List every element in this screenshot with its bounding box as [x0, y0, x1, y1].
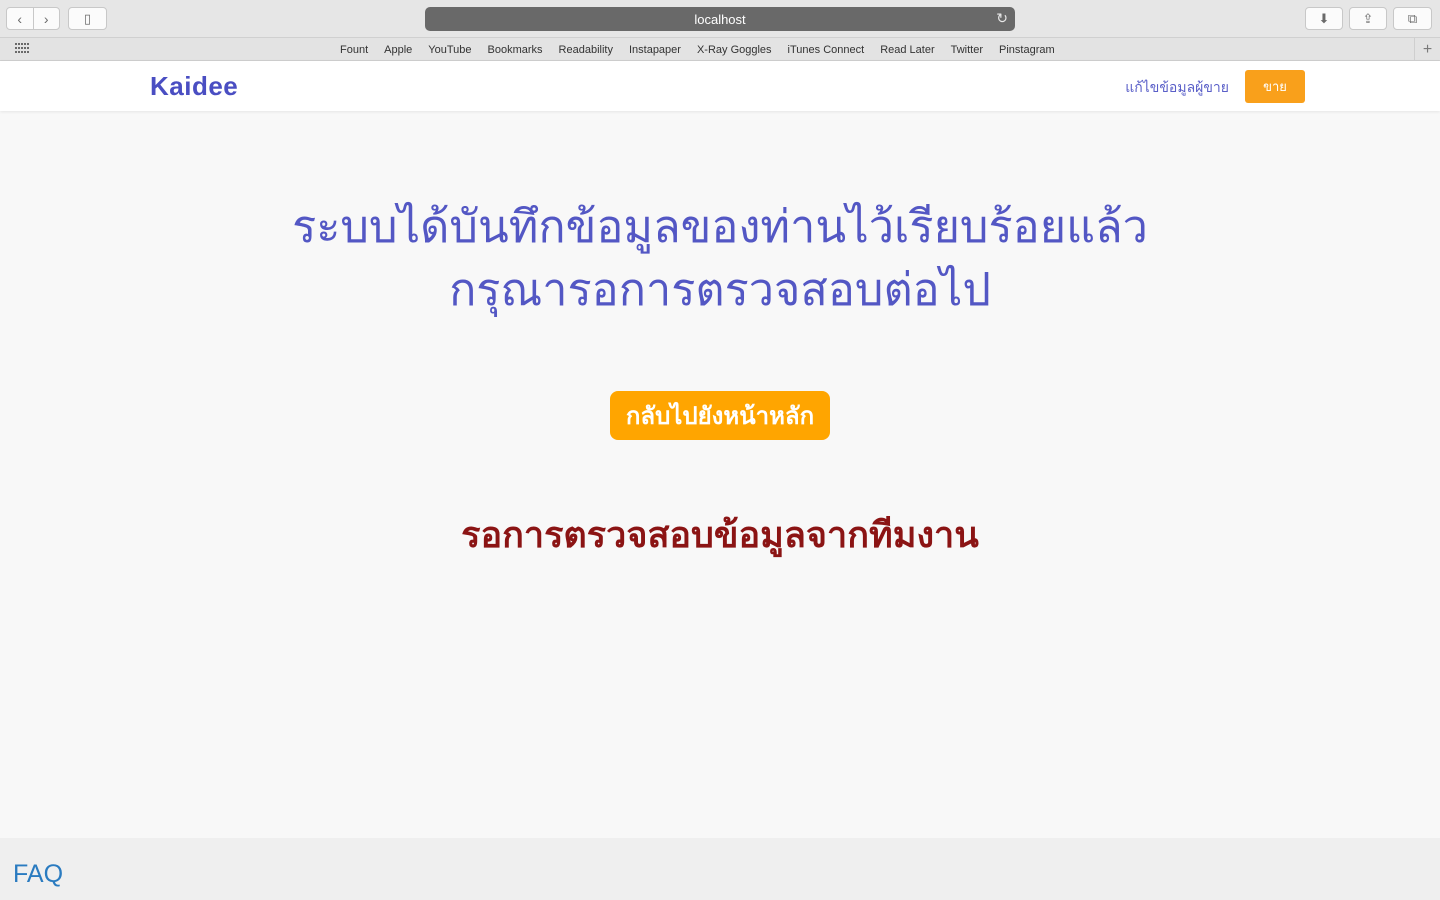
bookmark-youtube[interactable]: YouTube: [428, 44, 471, 56]
bookmark-readability[interactable]: Readability: [559, 44, 613, 56]
bookmark-itunes-connect[interactable]: iTunes Connect: [788, 44, 865, 56]
nav-buttons: ‹ ›: [6, 7, 60, 30]
apps-grid-icon[interactable]: [15, 43, 31, 55]
edit-seller-info-link[interactable]: แก้ไขข้อมูลผู้ขาย: [1125, 77, 1229, 99]
bookmark-xray-goggles[interactable]: X-Ray Goggles: [697, 44, 772, 56]
address-bar[interactable]: localhost ↻: [425, 7, 1015, 31]
main-content: ระบบได้บันทึกข้อมูลของท่านไว้เรียบร้อยแล…: [0, 111, 1440, 838]
review-status-text: รอการตรวจสอบข้อมูลจากทีมงาน: [461, 515, 979, 556]
headline-line-2: กรุณารอการตรวจสอบต่อไป: [449, 263, 991, 316]
back-button[interactable]: ‹: [7, 8, 33, 29]
bookmark-bookmarks[interactable]: Bookmarks: [488, 44, 543, 56]
tabs-overview-button[interactable]: ⧉: [1393, 7, 1432, 30]
browser-toolbar: ‹ › ▯ localhost ↻ ⬇ ⇪ ⧉: [0, 0, 1440, 38]
kaidee-logo[interactable]: Kaidee: [150, 71, 238, 102]
sidebar-toggle-button[interactable]: ▯: [68, 7, 107, 30]
plus-icon: +: [1422, 40, 1433, 58]
headline-line-1: ระบบได้บันทึกข้อมูลของท่านไว้เรียบร้อยแล…: [292, 200, 1148, 253]
tabs-icon: ⧉: [1407, 10, 1418, 26]
faq-link[interactable]: FAQ: [13, 860, 63, 889]
add-tab-button[interactable]: +: [1414, 38, 1440, 61]
bookmark-twitter[interactable]: Twitter: [951, 44, 983, 56]
forward-button[interactable]: ›: [32, 8, 60, 29]
site-footer: FAQ: [0, 838, 1440, 900]
share-button[interactable]: ⇪: [1349, 7, 1387, 30]
share-icon: ⇪: [1362, 10, 1374, 26]
downloads-button[interactable]: ⬇: [1305, 7, 1343, 30]
reload-icon[interactable]: ↻: [996, 10, 1008, 27]
site-header: Kaidee แก้ไขข้อมูลผู้ขาย ขาย: [0, 61, 1440, 111]
bookmark-list: Fount Apple YouTube Bookmarks Readabilit…: [340, 38, 1055, 61]
confirmation-headline: ระบบได้บันทึกข้อมูลของท่านไว้เรียบร้อยแล…: [220, 195, 1220, 321]
bookmark-fount[interactable]: Fount: [340, 44, 368, 56]
bookmark-read-later[interactable]: Read Later: [880, 44, 934, 56]
url-text: localhost: [694, 11, 746, 27]
download-icon: ⬇: [1318, 10, 1330, 26]
bookmark-apple[interactable]: Apple: [384, 44, 412, 56]
chevron-right-icon: ›: [43, 10, 49, 27]
bookmark-instapaper[interactable]: Instapaper: [629, 44, 681, 56]
bookmarks-bar: Fount Apple YouTube Bookmarks Readabilit…: [0, 38, 1440, 61]
chevron-left-icon: ‹: [17, 10, 23, 27]
back-to-home-button[interactable]: กลับไปยังหน้าหลัก: [610, 391, 830, 440]
sell-button[interactable]: ขาย: [1245, 70, 1305, 103]
bookmark-pinstagram[interactable]: Pinstagram: [999, 44, 1055, 56]
sidebar-icon: ▯: [83, 10, 92, 26]
